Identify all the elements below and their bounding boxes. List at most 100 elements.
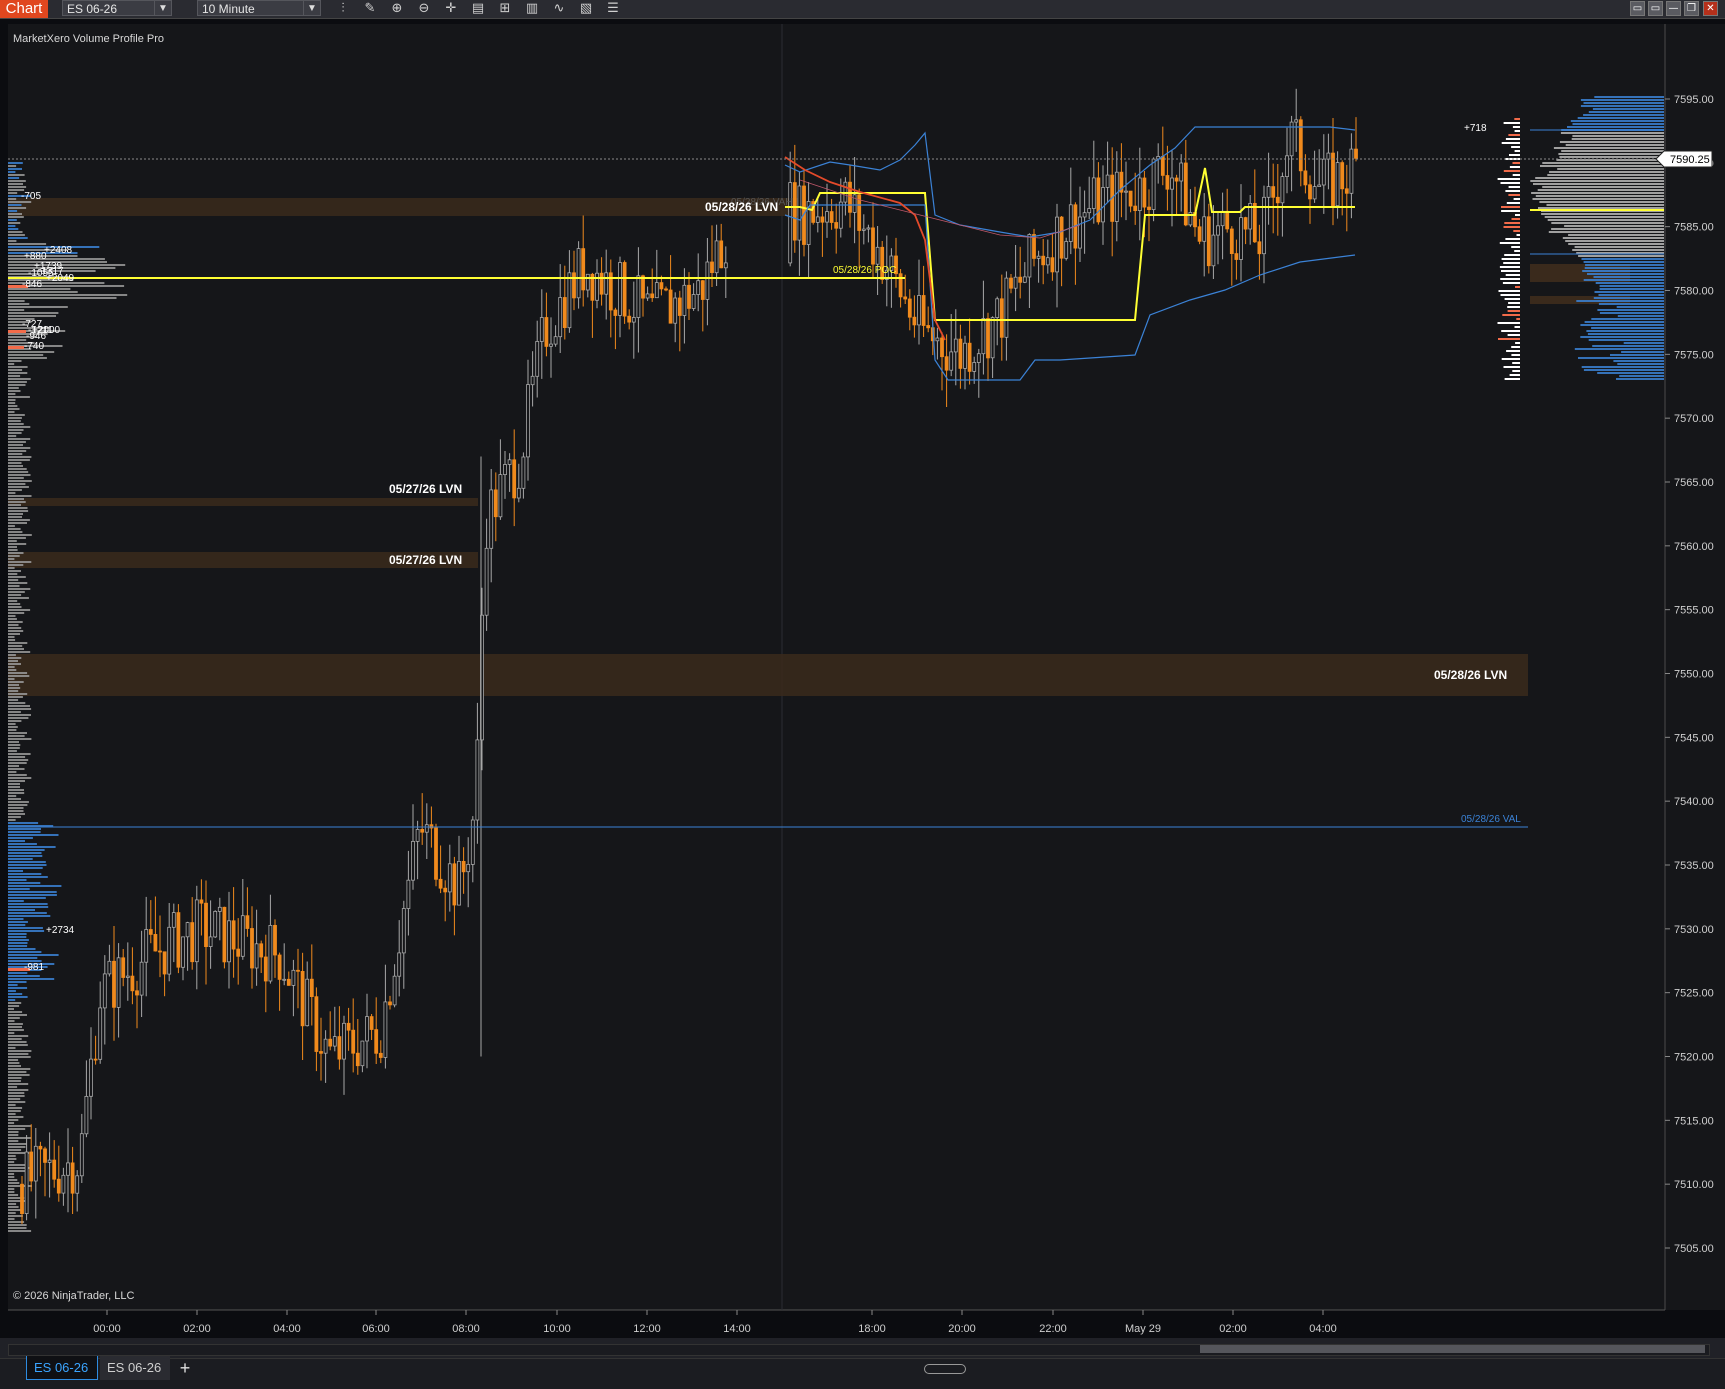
volume-bar [8, 228, 19, 230]
volume-bar [1592, 345, 1664, 347]
candle-body [604, 272, 609, 295]
candle-body [89, 1058, 93, 1097]
volume-bar [8, 861, 46, 863]
volume-bar [8, 207, 27, 209]
properties-icon[interactable]: ▥ [523, 0, 541, 17]
minimize-button[interactable]: — [1666, 1, 1681, 16]
volume-bar [8, 222, 21, 224]
scrollbar-thumb[interactable] [1200, 1345, 1705, 1353]
volume-bar [8, 1023, 23, 1025]
volume-bar [8, 915, 51, 917]
price-tick-label: 7595.00 [1674, 94, 1714, 106]
candle-body [199, 899, 204, 904]
candle-body [447, 863, 452, 893]
delta-bar [1505, 238, 1520, 240]
close-button[interactable]: ✕ [1703, 1, 1718, 16]
candle-body [1124, 190, 1128, 193]
bar-type-icon[interactable]: ⫶ [334, 0, 352, 17]
candle-body [144, 929, 149, 963]
candle-body [696, 280, 701, 295]
volume-bar [8, 921, 28, 923]
chart-brand-tab[interactable]: Chart [0, 0, 48, 18]
volume-bar [8, 1083, 29, 1085]
volume-bar [1565, 240, 1664, 242]
time-tick-label: 10:00 [543, 1323, 571, 1335]
chevron-down-icon[interactable]: ▼ [303, 1, 320, 15]
delta-bar [1514, 118, 1520, 120]
volume-bar [8, 312, 59, 314]
chevron-down-icon[interactable]: ▼ [154, 1, 171, 15]
window-button-1[interactable]: ▭ [1630, 1, 1645, 16]
candle-body [222, 906, 227, 963]
volume-bar [1594, 291, 1664, 293]
crosshair-icon[interactable]: ✛ [442, 0, 460, 17]
time-tick-label: 04:00 [273, 1323, 301, 1335]
volume-bar [8, 648, 24, 650]
candle-body [1326, 152, 1331, 160]
pencil-icon[interactable]: ✎ [361, 0, 379, 17]
volume-bar [8, 705, 30, 707]
candle-body [1036, 255, 1041, 259]
volume-bar [1580, 336, 1664, 338]
zoom-in-icon[interactable]: ⊕ [388, 0, 406, 17]
volume-bar [1547, 174, 1664, 176]
window-button-2[interactable]: ▭ [1648, 1, 1663, 16]
volume-bar [8, 822, 39, 824]
candle-body [834, 222, 839, 229]
candle-body [1105, 174, 1110, 188]
delta-bar [1503, 366, 1520, 368]
tab-es-06-26[interactable]: ES 06-26 [100, 1356, 170, 1380]
volume-bar [8, 1128, 26, 1130]
delta-bar [1504, 298, 1520, 300]
volume-bar [8, 849, 45, 851]
candle-body [291, 969, 296, 986]
instrument-selector[interactable]: ES 06-26 ▼ [62, 0, 172, 16]
tab-es-06-26-active[interactable]: ES 06-26 [26, 1356, 98, 1380]
indicators-icon[interactable]: ▧ [577, 0, 595, 17]
volume-bar [8, 168, 22, 170]
candle-body [572, 272, 576, 299]
volume-bar [1531, 192, 1664, 194]
volume-bar [8, 561, 32, 563]
panel-resize-grip[interactable] [924, 1364, 966, 1374]
chart-trader-icon[interactable]: ⊞ [496, 0, 514, 17]
volume-bar [8, 693, 28, 695]
delta-bar [1497, 322, 1520, 324]
strategies-icon[interactable]: ∿ [550, 0, 568, 17]
data-box-icon[interactable]: ▤ [469, 0, 487, 17]
candle-body [277, 954, 282, 980]
maximize-button[interactable]: ❐ [1684, 1, 1699, 16]
candle-body [691, 294, 696, 309]
volume-bar [8, 468, 27, 470]
volume-bar [8, 687, 21, 689]
candle-body [503, 464, 507, 476]
candle-body [999, 298, 1004, 338]
volume-bar [8, 834, 59, 836]
timeframe-selector[interactable]: 10 Minute ▼ [197, 0, 321, 16]
chart-canvas[interactable]: 7595.007590.007585.007580.007575.007570.… [0, 19, 1725, 1338]
zoom-out-icon[interactable]: ⊖ [415, 0, 433, 17]
add-tab-button[interactable]: + [174, 1356, 196, 1380]
delta-bar [1511, 218, 1520, 220]
volume-bar [1560, 132, 1664, 134]
time-tick-label: May 29 [1125, 1323, 1161, 1335]
candle-body [1050, 257, 1055, 273]
volume-bar [1546, 204, 1664, 206]
volume-bar [8, 672, 28, 674]
candle-body [636, 275, 641, 318]
candle-body [66, 1162, 70, 1176]
volume-bar [1553, 147, 1664, 149]
volume-bar [8, 378, 31, 380]
volume-bar [8, 1110, 21, 1112]
volume-bar [8, 495, 32, 497]
templates-icon[interactable]: ☰ [604, 0, 622, 17]
candle-body [1082, 212, 1087, 218]
candle-body [981, 318, 986, 355]
volume-bar [8, 843, 37, 845]
volume-bar [8, 1035, 29, 1037]
volume-bar [8, 363, 15, 365]
volume-bar [8, 243, 47, 245]
delta-bar [1500, 278, 1520, 280]
candle-body [337, 1036, 342, 1060]
candle-body [231, 920, 236, 950]
